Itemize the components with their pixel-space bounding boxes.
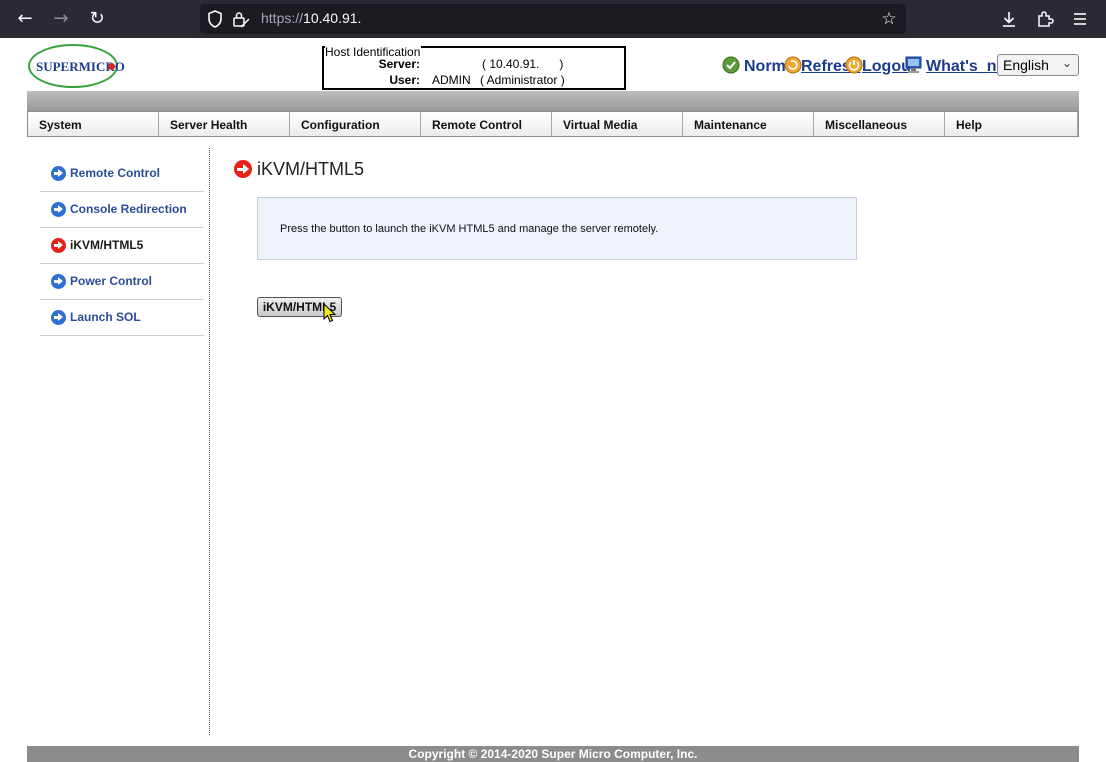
- sidebar-divider: [209, 148, 210, 735]
- sidebar-item-label: Remote Control: [70, 166, 160, 180]
- sidebar-item-ikvm-html5[interactable]: iKVM/HTML5: [40, 228, 204, 264]
- page-title-text: iKVM/HTML5: [257, 159, 365, 179]
- menu-label: Server Health: [170, 118, 248, 132]
- back-arrow-icon[interactable]: ←: [13, 7, 37, 31]
- arrow-right-icon: [51, 238, 66, 253]
- sidebar-item-label: Console Redirection: [70, 202, 187, 216]
- download-icon[interactable]: [997, 7, 1021, 31]
- info-box: Press the button to launch the iKVM HTML…: [257, 197, 857, 260]
- forward-arrow-icon[interactable]: →: [49, 7, 73, 31]
- server-label: Server:: [378, 57, 420, 71]
- sidebar-item-label: Power Control: [70, 274, 153, 288]
- menu-label: Virtual Media: [563, 118, 638, 132]
- user-row: User: ADMIN ( Administrator ): [324, 73, 624, 87]
- extensions-icon[interactable]: [1033, 7, 1057, 31]
- url-protocol: https://: [261, 10, 304, 26]
- menu-configuration[interactable]: Configuration: [290, 112, 421, 136]
- arrow-right-icon: [51, 202, 66, 217]
- arrow-right-icon: [51, 274, 66, 289]
- bookmark-star-icon[interactable]: ☆: [878, 7, 900, 31]
- menu-label: System: [39, 118, 82, 132]
- footer: Copyright © 2014-2020 Super Micro Comput…: [27, 746, 1079, 762]
- user-name: ADMIN: [432, 73, 471, 87]
- shield-icon[interactable]: [204, 7, 226, 31]
- url-text[interactable]: https://10.40.91.: [261, 10, 361, 26]
- logo-dot: [108, 63, 115, 70]
- menu-help[interactable]: Help: [945, 112, 1078, 136]
- sidebar-item-power-control[interactable]: Power Control: [40, 264, 204, 300]
- server-row: Server: ( 10.40.91. ): [324, 57, 624, 71]
- user-label: User:: [389, 73, 420, 87]
- server-value: ( 10.40.91. ): [482, 57, 564, 71]
- menu-label: Remote Control: [432, 118, 522, 132]
- chevron-down-icon: ⌄: [1061, 56, 1072, 70]
- menu-miscellaneous[interactable]: Miscellaneous: [814, 112, 945, 136]
- menu-system[interactable]: System: [28, 112, 159, 136]
- sidebar-item-launch-sol[interactable]: Launch SOL: [40, 300, 204, 336]
- menu-virtual-media[interactable]: Virtual Media: [552, 112, 683, 136]
- sidebar-item-console-redirection[interactable]: Console Redirection: [40, 192, 204, 228]
- language-selected: English: [1003, 57, 1049, 73]
- browser-toolbar: ← → ↻ https://10.40.91. ☆: [0, 0, 1106, 38]
- menu-label: Maintenance: [694, 118, 767, 132]
- sidebar: Remote Control Console Redirection iKVM/…: [40, 156, 204, 336]
- bmc-page: SUPERMICRO Host Identification Server: (…: [0, 38, 1106, 762]
- address-bar[interactable]: https://10.40.91. ☆: [200, 4, 906, 34]
- arrow-right-icon: [234, 160, 252, 178]
- arrow-right-icon: [51, 166, 66, 181]
- mouse-cursor-icon: [323, 303, 337, 323]
- host-identification: Host Identification Server: ( 10.40.91. …: [322, 45, 626, 90]
- arrow-right-icon: [51, 310, 66, 325]
- menu-label: Configuration: [301, 118, 380, 132]
- supermicro-logo: SUPERMICRO: [28, 44, 125, 88]
- language-select[interactable]: English ⌄: [997, 54, 1079, 76]
- menu-maintenance[interactable]: Maintenance: [683, 112, 814, 136]
- status-ok-icon: [722, 56, 740, 74]
- menu-label: Miscellaneous: [825, 118, 908, 132]
- menu-hamburger-icon[interactable]: [1068, 7, 1092, 31]
- menu-label: Help: [956, 118, 983, 132]
- sidebar-item-label: Launch SOL: [70, 310, 141, 324]
- sidebar-item-label: iKVM/HTML5: [70, 238, 144, 252]
- main-menu: System Server Health Configuration Remot…: [27, 111, 1079, 137]
- menu-remote-control[interactable]: Remote Control: [421, 112, 552, 136]
- header-gray-bar: [27, 91, 1079, 111]
- refresh-icon[interactable]: [784, 56, 802, 74]
- menu-server-health[interactable]: Server Health: [159, 112, 290, 136]
- url-host: 10.40.91.: [303, 10, 362, 26]
- logout-icon[interactable]: [845, 56, 863, 74]
- reload-icon[interactable]: ↻: [85, 7, 109, 31]
- copyright-text: Copyright © 2014-2020 Super Micro Comput…: [408, 747, 698, 761]
- lock-warning-icon[interactable]: [230, 7, 252, 31]
- sidebar-item-remote-control[interactable]: Remote Control: [40, 156, 204, 192]
- user-role: ( Administrator ): [480, 73, 565, 87]
- whats-new-monitor-icon[interactable]: [903, 54, 925, 76]
- info-text: Press the button to launch the iKVM HTML…: [280, 223, 659, 235]
